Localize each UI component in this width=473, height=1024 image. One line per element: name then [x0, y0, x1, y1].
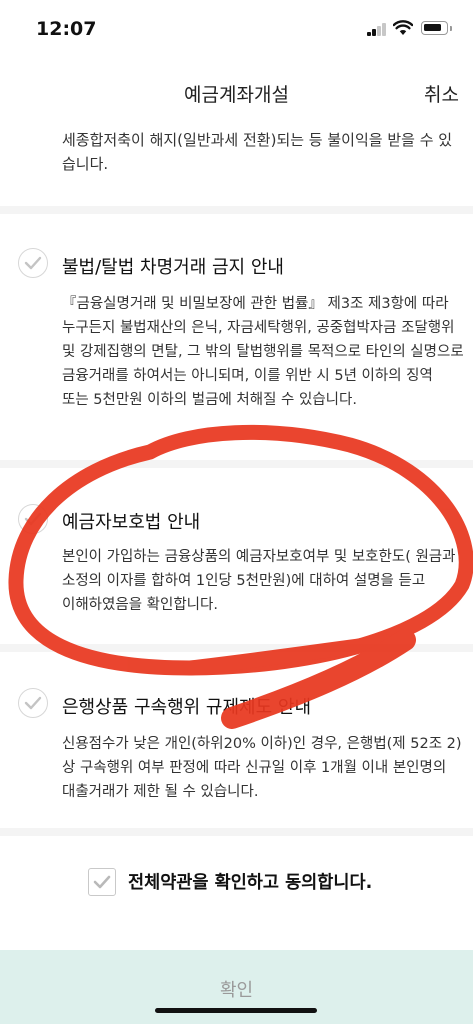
nav-bar: 예금계좌개설 취소 [0, 62, 473, 122]
section-body: 『금융실명거래 및 비밀보장에 관한 법률』 제3조 제3항에 따라 누구든지 … [62, 296, 464, 408]
section-title: 불법/탈법 차명거래 금지 안내 [62, 257, 284, 278]
status-time: 12:07 [36, 18, 97, 40]
section-check-button[interactable] [18, 248, 48, 278]
battery-icon [421, 21, 452, 35]
section-title: 예금자보호법 안내 [62, 512, 201, 533]
agree-all-checkbox[interactable] [88, 868, 116, 896]
section-check-button[interactable] [18, 688, 48, 718]
section-divider [0, 206, 473, 214]
page-title: 예금계좌개설 [184, 84, 289, 106]
cellular-signal-icon [367, 23, 387, 36]
section-body: 본인이 가입하는 금융상품의 예금자보호여부 및 보호한도( 원금과 소정의 이… [62, 549, 456, 613]
section-divider [0, 828, 473, 836]
wifi-icon [393, 20, 413, 35]
agree-all-label: 전체약관을 확인하고 동의합니다. [128, 873, 373, 893]
section-check-button[interactable] [18, 504, 48, 534]
home-indicator [155, 1008, 317, 1013]
section-divider [0, 460, 473, 468]
section-title: 은행상품 구속행위 규제제도 안내 [62, 697, 312, 718]
status-bar: 12:07 [0, 0, 473, 62]
section-body: 세종합저축이 해지(일반과세 전환)되는 등 불이익을 받을 수 있습니다. [62, 131, 453, 173]
cancel-button[interactable]: 취소 [424, 80, 459, 107]
section-divider [0, 644, 473, 652]
agree-all-checkbox-row[interactable]: 전체약관을 확인하고 동의합니다. [0, 840, 473, 896]
confirm-button-label: 확인 [219, 980, 254, 1000]
section-body: 신용점수가 낮은 개인(하위20% 이하)인 경우, 은행법(제 52조 2)상… [62, 736, 462, 800]
terms-scroll-area[interactable]: · 세종합저축이 해지(일반과세 전환)되는 등 불이익을 받을 수 있습니다.… [0, 122, 473, 950]
